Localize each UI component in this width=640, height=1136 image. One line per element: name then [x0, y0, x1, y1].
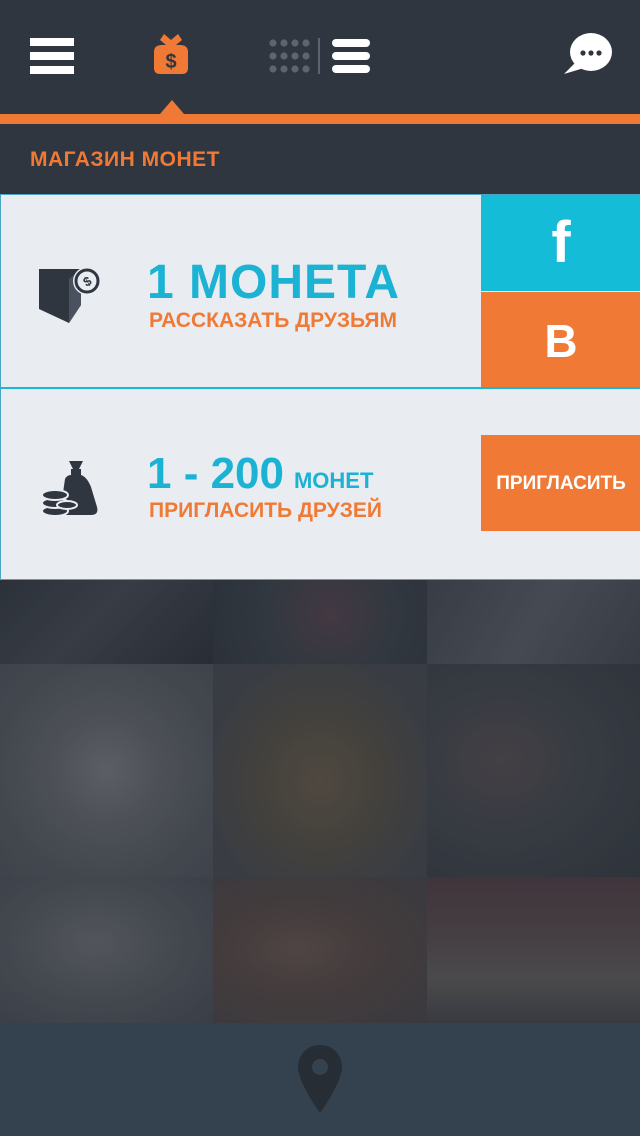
location-pin-icon[interactable] [296, 1043, 344, 1115]
wallet-icon[interactable]: $ [148, 30, 194, 78]
grid-view-icon [269, 39, 310, 73]
photo-grid-overlay [0, 580, 640, 1023]
header-accent-line [0, 114, 640, 124]
menu-button[interactable] [30, 38, 74, 74]
offer-amount: 1 МОНЕТА [147, 256, 400, 309]
menu-icon-bar [30, 66, 74, 74]
view-toggle[interactable] [268, 38, 372, 74]
facebook-icon: f [551, 210, 571, 275]
offer-caption: РАССКАЗАТЬ ДРУЗЬЯМ [149, 309, 397, 332]
active-tab-indicator [160, 100, 184, 114]
menu-icon [30, 38, 74, 46]
page-title: МАГАЗИН МОНЕТ [30, 148, 220, 171]
offer-amount-value: 1 - 200 [147, 449, 284, 498]
chat-icon[interactable] [562, 32, 614, 76]
vkontakte-share-button[interactable]: В [481, 292, 640, 388]
svg-text:$: $ [165, 51, 176, 73]
top-bar: $ [0, 0, 640, 114]
offer-card-share: $ 1 МОНЕТА РАССКАЗАТЬ ДРУЗЬЯМ f В [0, 194, 640, 388]
offer-card-invite: 1 - 200 МОНЕТ ПРИГЛАСИТЬ ДРУЗЕЙ ПРИГЛАСИТ… [0, 387, 640, 580]
invite-button[interactable]: ПРИГЛАСИТЬ [481, 435, 640, 531]
offer-caption: ПРИГЛАСИТЬ ДРУЗЕЙ [149, 499, 382, 522]
menu-icon-bar [30, 52, 74, 60]
facebook-share-button[interactable]: f [481, 195, 640, 291]
offer-amount: 1 - 200 МОНЕТ [147, 449, 373, 499]
vkontakte-icon: В [544, 315, 578, 367]
invite-button-label: ПРИГЛАСИТЬ [496, 473, 626, 494]
wallet-coin-icon: $ [39, 267, 101, 323]
money-bag-coins-icon [41, 461, 98, 517]
offer-amount-unit: МОНЕТ [293, 468, 374, 493]
list-view-icon [332, 39, 370, 73]
